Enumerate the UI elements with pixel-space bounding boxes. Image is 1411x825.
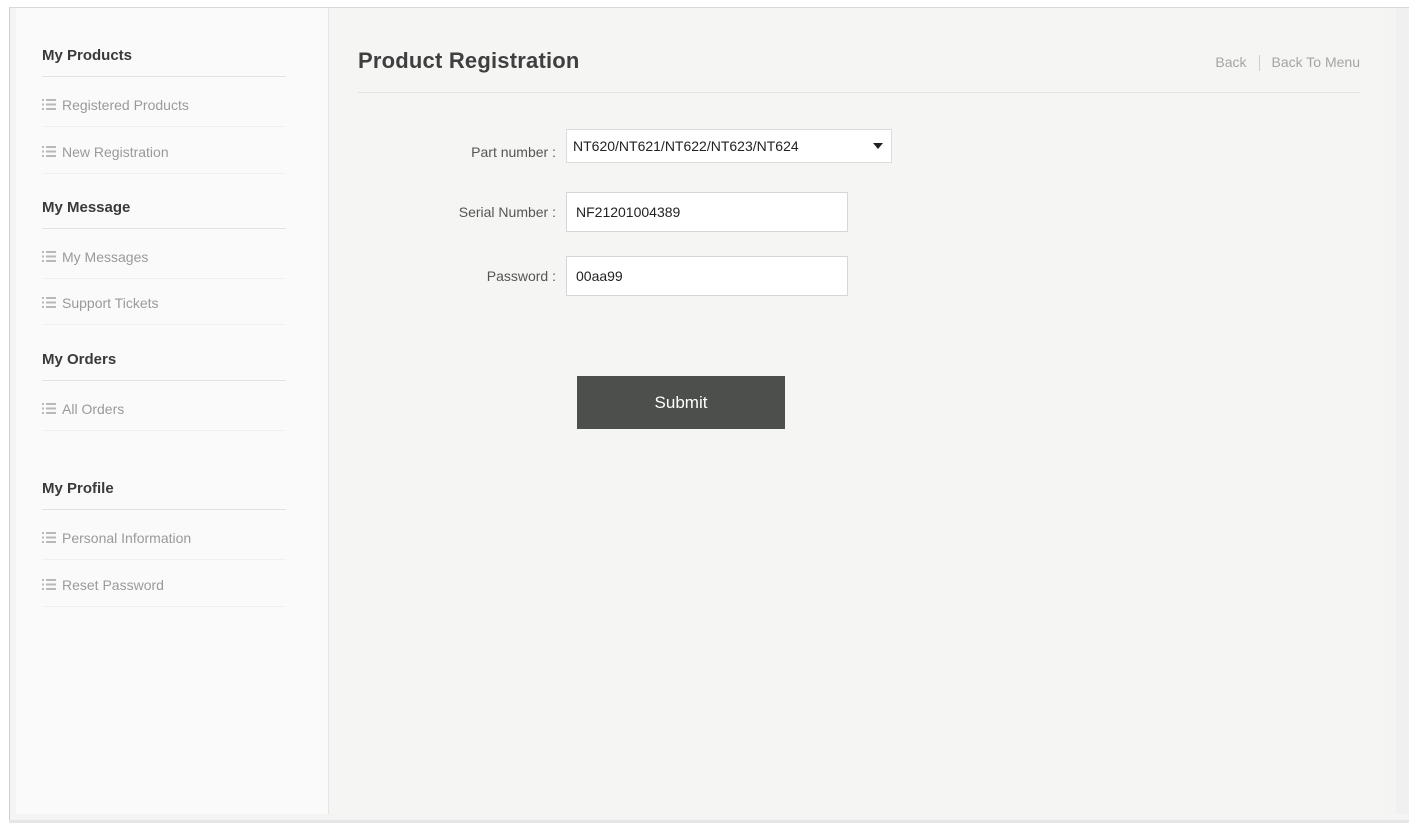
sidebar-item-personal-information[interactable]: Personal Information [42, 516, 286, 560]
window-bottom-edge [9, 820, 1409, 823]
main-panel: Product Registration Back Back To Menu Pa… [330, 8, 1386, 814]
sidebar-item-label: Reset Password [62, 577, 164, 593]
list-icon [42, 387, 56, 431]
sidebar-item-reset-password[interactable]: Reset Password [42, 563, 286, 607]
sidebar-item-label: Personal Information [62, 530, 192, 546]
list-icon [42, 130, 56, 174]
sidebar-section-my-message: My Message [42, 196, 286, 229]
sidebar-item-label: New Registration [62, 144, 169, 160]
top-links: Back Back To Menu [1215, 54, 1360, 72]
sidebar: My Products Registered Products New Regi… [16, 8, 329, 814]
part-number-selected-value: NT620/NT621/NT622/NT623/NT624 [573, 138, 799, 154]
list-icon [42, 281, 56, 325]
part-number-select[interactable]: NT620/NT621/NT622/NT623/NT624 [566, 129, 892, 163]
sidebar-section-my-orders: My Orders [42, 348, 286, 381]
serial-number-input[interactable] [566, 192, 848, 232]
back-link[interactable]: Back [1215, 54, 1246, 70]
title-divider [358, 92, 1360, 93]
password-label: Password : [486, 268, 556, 284]
list-icon [42, 83, 56, 127]
password-input[interactable] [566, 256, 848, 296]
sidebar-item-new-registration[interactable]: New Registration [42, 130, 286, 174]
serial-number-label: Serial Number : [458, 204, 556, 220]
sidebar-item-label: Registered Products [62, 97, 189, 113]
submit-button[interactable]: Submit [577, 376, 785, 429]
link-divider [1258, 55, 1260, 72]
sidebar-item-label: All Orders [62, 401, 125, 417]
part-number-label: Part number : [471, 144, 556, 160]
list-icon [42, 235, 56, 279]
sidebar-item-all-orders[interactable]: All Orders [42, 387, 286, 431]
sidebar-item-registered-products[interactable]: Registered Products [42, 83, 286, 127]
window-right-edge [1396, 8, 1409, 814]
sidebar-section-my-profile: My Profile [42, 477, 286, 510]
sidebar-item-label: My Messages [62, 249, 149, 265]
sidebar-section-my-products: My Products [42, 44, 286, 77]
sidebar-item-support-tickets[interactable]: Support Tickets [42, 281, 286, 325]
list-icon [42, 516, 56, 560]
back-to-menu-link[interactable]: Back To Menu [1272, 54, 1360, 70]
sidebar-item-my-messages[interactable]: My Messages [42, 235, 286, 279]
page-title: Product Registration [358, 48, 580, 73]
caret-down-icon [873, 143, 883, 149]
sidebar-item-label: Support Tickets [62, 295, 159, 311]
list-icon [42, 563, 56, 607]
